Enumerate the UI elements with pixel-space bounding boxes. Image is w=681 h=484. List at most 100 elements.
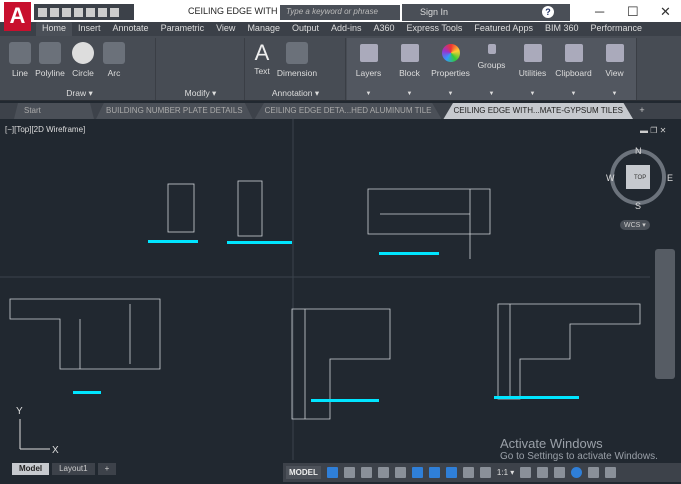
- customization-menu-icon[interactable]: [605, 467, 617, 478]
- title-underlines: [73, 240, 579, 402]
- layers-panel[interactable]: Layers ▼: [347, 38, 391, 100]
- ortho-icon[interactable]: [360, 467, 372, 478]
- plus-icon[interactable]: [537, 467, 549, 478]
- undo-icon[interactable]: [98, 7, 107, 17]
- line-icon: [9, 42, 31, 64]
- object-snap-icon[interactable]: [428, 467, 440, 478]
- modify-panel-title[interactable]: Modify ▾: [157, 88, 244, 99]
- doc-tab-start[interactable]: Start: [14, 103, 94, 119]
- viewport-controls-label[interactable]: [−][Top][2D Wireframe]: [5, 125, 85, 134]
- tab-home[interactable]: Home: [36, 22, 73, 37]
- clipboard-icon: [564, 44, 583, 62]
- ucs-icon: [19, 419, 50, 450]
- minimize-button[interactable]: ─: [595, 4, 604, 19]
- compass-e: E: [667, 173, 673, 183]
- ucs-y-label: Y: [16, 406, 23, 417]
- dimension-icon: [286, 42, 308, 64]
- navigation-bar[interactable]: [655, 249, 675, 379]
- properties-icon: [441, 44, 460, 62]
- utilities-panel[interactable]: Utilities ▼: [511, 38, 555, 100]
- compass-s: S: [635, 201, 641, 211]
- drawing-canvas[interactable]: Y X TOP N S E W: [0, 119, 681, 460]
- viewcube-face-label: TOP: [634, 175, 646, 181]
- tab-view[interactable]: View: [210, 22, 241, 37]
- tab-parametric[interactable]: Parametric: [155, 22, 211, 37]
- ribbon: Line Polyline Circle Arc Draw ▾ Modify ▾…: [0, 36, 681, 101]
- ribbon-tabs: Home Insert Annotate Parametric View Man…: [0, 22, 681, 37]
- grid-icon[interactable]: [326, 467, 338, 478]
- tab-manage[interactable]: Manage: [241, 22, 286, 37]
- text-icon: A: [254, 40, 270, 65]
- draw-panel-title[interactable]: Draw ▾: [4, 88, 155, 99]
- annotation-panel-title[interactable]: Annotation ▾: [246, 88, 345, 99]
- help-icon[interactable]: ?: [542, 6, 554, 18]
- open-icon[interactable]: [50, 7, 59, 17]
- draw-panel: Line Polyline Circle Arc Draw ▾: [4, 38, 156, 100]
- workspace-gear-icon[interactable]: [520, 467, 532, 478]
- save-as-icon[interactable]: [74, 7, 83, 17]
- line-tool[interactable]: Line: [8, 42, 32, 78]
- tab-featured-apps[interactable]: Featured Apps: [468, 22, 539, 37]
- redo-icon[interactable]: [110, 7, 119, 17]
- doc-tab-ceiling-aluminum[interactable]: CEILING EDGE DETA...HED ALUMINUM TILE: [254, 103, 442, 119]
- sign-in-button[interactable]: Sign In: [420, 7, 448, 17]
- model-space-button[interactable]: MODEL: [286, 466, 321, 479]
- circle-tool[interactable]: Circle: [70, 42, 96, 78]
- isolate-objects-icon[interactable]: [554, 467, 566, 478]
- layers-icon: [359, 44, 378, 62]
- tab-insert[interactable]: Insert: [72, 22, 107, 37]
- print-icon[interactable]: [86, 7, 95, 17]
- wcs-menu[interactable]: WCS ▾: [620, 220, 650, 230]
- arc-tool[interactable]: Arc: [102, 42, 126, 78]
- view-panel[interactable]: View ▼: [593, 38, 637, 100]
- document-title: CEILING EDGE WITH ...: [188, 6, 288, 16]
- activation-watermark-title: Activate Windows: [500, 436, 603, 451]
- groups-panel[interactable]: Groups ▼: [470, 38, 514, 100]
- clean-screen-icon[interactable]: [588, 467, 600, 478]
- tab-annotate[interactable]: Annotate: [107, 22, 155, 37]
- tab-express-tools[interactable]: Express Tools: [401, 22, 469, 37]
- search-input[interactable]: Type a keyword or phrase: [280, 5, 400, 20]
- tab-add-ins[interactable]: Add-ins: [325, 22, 368, 37]
- annotation-panel: A Text Dimension Annotation ▾: [246, 38, 346, 100]
- isodraft-icon[interactable]: [394, 467, 406, 478]
- block-panel[interactable]: Block ▼: [388, 38, 432, 100]
- maximize-button[interactable]: ☐: [627, 4, 639, 20]
- new-tab-button[interactable]: +: [635, 103, 649, 119]
- annotation-scale-icon[interactable]: [479, 467, 491, 478]
- calculator-icon: [523, 44, 542, 62]
- compass-w: W: [606, 173, 615, 183]
- viewport-window-controls[interactable]: ▬ ❐ ✕: [640, 126, 666, 135]
- text-tool[interactable]: A Text: [250, 40, 274, 76]
- detail-drawings: [9, 180, 641, 420]
- polar-icon[interactable]: [377, 467, 389, 478]
- add-layout-button[interactable]: +: [97, 463, 117, 475]
- tab-bim-360[interactable]: BIM 360: [539, 22, 585, 37]
- arc-icon: [103, 42, 125, 64]
- annotation-scale-button[interactable]: 1:1 ▾: [497, 468, 514, 477]
- sign-in-area: Sign In ?: [402, 4, 570, 21]
- snap-icon[interactable]: [343, 467, 355, 478]
- document-tabs: Start BUILDING NUMBER PLATE DETAILS CEIL…: [0, 103, 681, 119]
- properties-panel[interactable]: Properties ▼: [429, 38, 473, 100]
- tab-model[interactable]: Model: [12, 463, 50, 475]
- modify-panel: Modify ▾: [157, 38, 245, 100]
- close-button[interactable]: ✕: [660, 4, 671, 20]
- object-snap-tracking-icon[interactable]: [411, 467, 423, 478]
- clipboard-panel[interactable]: Clipboard ▼: [552, 38, 596, 100]
- annotation-visibility-icon[interactable]: [445, 467, 457, 478]
- application-menu-button[interactable]: A: [4, 2, 31, 31]
- doc-tab-building-number[interactable]: BUILDING NUMBER PLATE DETAILS: [96, 103, 253, 119]
- dimension-tool[interactable]: Dimension: [276, 42, 318, 78]
- tab-performance[interactable]: Performance: [584, 22, 648, 37]
- save-icon[interactable]: [62, 7, 71, 17]
- polyline-tool[interactable]: Polyline: [32, 42, 68, 78]
- title-bar: A CEILING EDGE WITH ... Type a keyword o…: [0, 0, 681, 31]
- doc-tab-ceiling-gypsum[interactable]: CEILING EDGE WITH...MATE-GYPSUM TILES: [443, 103, 633, 119]
- tab-layout1[interactable]: Layout1: [52, 463, 95, 475]
- auto-scale-icon[interactable]: [462, 467, 474, 478]
- hardware-acceleration-icon[interactable]: [571, 467, 583, 478]
- tab-output[interactable]: Output: [286, 22, 325, 37]
- new-icon[interactable]: [38, 7, 47, 17]
- tab-a360[interactable]: A360: [368, 22, 401, 37]
